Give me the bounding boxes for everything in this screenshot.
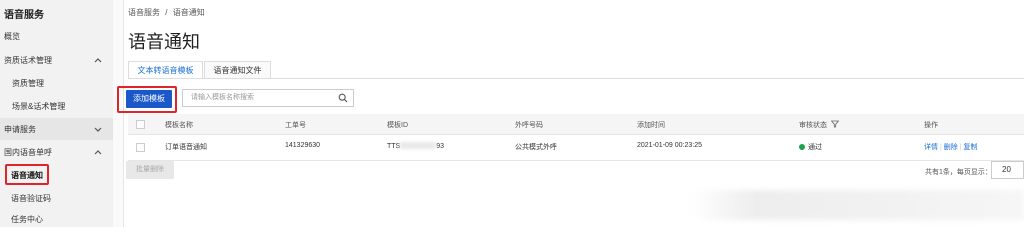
sidebar-item-task-center[interactable]: 任务中心: [0, 208, 113, 230]
search-placeholder: 请输入模板名称搜索: [191, 94, 254, 101]
sidebar-item-verify-code[interactable]: 语音验证码: [0, 187, 113, 209]
blurred-overlay: [690, 190, 1024, 220]
template-id-start: TTS: [387, 143, 401, 150]
tab-divider: [128, 78, 1024, 79]
redacted-block: [400, 142, 437, 149]
cell-actions: 详情 | 删除 | 复制: [924, 142, 977, 152]
sidebar-item-label: 资质管理: [12, 78, 44, 88]
sidebar-title: 语音服务: [4, 10, 44, 21]
action-separator: |: [939, 144, 942, 151]
sidebar-item-overview[interactable]: 概览: [0, 25, 113, 47]
select-all-checkbox[interactable]: [136, 120, 145, 129]
breadcrumb-separator: /: [165, 8, 168, 17]
col-header-template-id: 模板ID: [387, 122, 408, 129]
sidebar-item-label: 概览: [4, 31, 20, 41]
row-checkbox[interactable]: [136, 143, 145, 152]
page-title: 语音通知: [128, 32, 200, 52]
tab-voice-file[interactable]: 语音通知文件: [204, 61, 271, 79]
sidebar-item-qualification-manage[interactable]: 资质管理: [0, 72, 113, 94]
pager-summary: 共有1条，每页显示：: [925, 169, 992, 176]
breadcrumb-current: 语音通知: [172, 8, 205, 17]
table-header: 模板名称 工单号 模板ID 外呼号码 添加时间 审核状态 操作: [128, 114, 1024, 135]
page-size-value: 20: [1002, 165, 1011, 174]
breadcrumb-root[interactable]: 语音服务: [128, 8, 160, 17]
col-header-ticket: 工单号: [285, 122, 306, 129]
sidebar-item-label: 语音验证码: [11, 193, 51, 203]
chevron-up-icon: [94, 58, 102, 63]
status-header-label: 审核状态: [799, 122, 827, 129]
cell-ticket: 141329630: [285, 142, 321, 149]
copy-link[interactable]: 复制: [963, 144, 977, 151]
search-input[interactable]: 请输入模板名称搜索: [182, 89, 354, 107]
sidebar-group-domestic-call[interactable]: 国内语音单呼: [0, 141, 113, 163]
cell-status: 通过: [799, 142, 822, 152]
sidebar: 语音服务 概览 资质话术管理 资质管理 场景&话术管理 申请服务 国内语音单呼 …: [0, 0, 114, 227]
search-icon[interactable]: [338, 93, 348, 103]
sidebar-item-label: 场景&话术管理: [12, 101, 66, 111]
filter-icon[interactable]: [830, 120, 840, 128]
sidebar-group-qualification[interactable]: 资质话术管理: [0, 49, 113, 71]
cell-added: 2021-01-09 00:23:25: [637, 142, 702, 149]
sidebar-group-apply[interactable]: 申请服务: [0, 118, 113, 140]
sidebar-collapse-bar[interactable]: [113, 0, 124, 227]
col-header-status: 审核状态: [799, 120, 840, 130]
cell-caller: 公共模式外呼: [515, 144, 557, 151]
highlight-box: [117, 86, 177, 113]
sidebar-item-label: 国内语音单呼: [4, 147, 52, 157]
sidebar-item-label: 资质话术管理: [4, 55, 52, 65]
bulk-delete-button[interactable]: 批量删除: [126, 161, 174, 179]
col-header-name: 模板名称: [165, 122, 193, 129]
delete-link[interactable]: 删除: [944, 144, 958, 151]
col-header-caller: 外呼号码: [515, 122, 543, 129]
breadcrumb: 语音服务 / 语音通知: [128, 7, 205, 18]
sidebar-item-label: 申请服务: [4, 124, 36, 134]
table-row: 订单语音通知 141329630 TTS 93 公共模式外呼 2021-01-09…: [128, 134, 1024, 161]
tab-tts-template[interactable]: 文本转语音模板: [128, 61, 203, 79]
status-ok-icon: [799, 144, 805, 150]
highlight-box: [5, 164, 49, 185]
detail-link[interactable]: 详情: [924, 144, 938, 151]
col-header-actions: 操作: [924, 122, 938, 129]
action-separator: |: [959, 144, 962, 151]
sidebar-item-label: 任务中心: [11, 214, 43, 224]
template-id-end: 93: [436, 143, 445, 150]
sidebar-item-scene-manage[interactable]: 场景&话术管理: [0, 95, 113, 117]
chevron-down-icon: [94, 127, 102, 132]
cell-name: 订单语音通知: [165, 144, 207, 151]
col-header-added: 添加时间: [637, 122, 665, 129]
status-label: 通过: [808, 144, 822, 151]
chevron-up-icon: [94, 150, 102, 155]
page-size-select[interactable]: 20: [991, 161, 1024, 179]
cell-template-id: TTS 93: [387, 142, 444, 150]
